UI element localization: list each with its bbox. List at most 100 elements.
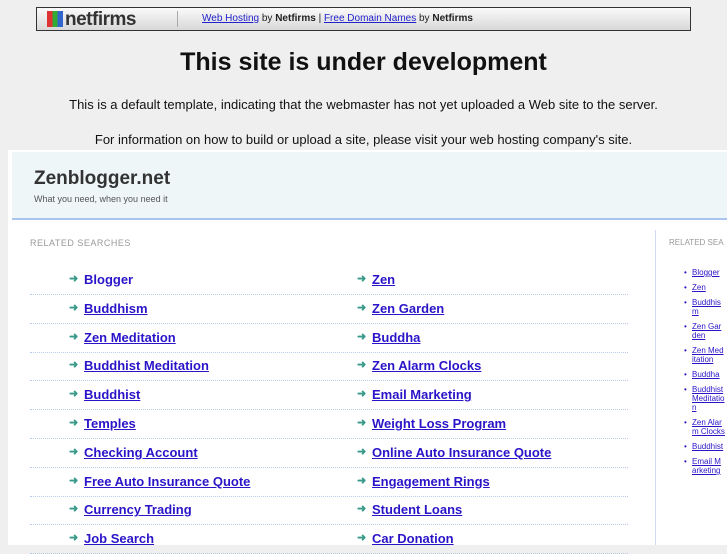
arrow-icon: ➜ xyxy=(357,503,367,516)
related-search-link[interactable]: ➜ Buddha xyxy=(357,329,421,345)
arrow-icon: ➜ xyxy=(357,532,367,545)
related-row: ➜ Temples ➜ Weight Loss Program xyxy=(30,410,628,439)
related-search-link[interactable]: ➜ Email Marketing xyxy=(357,387,472,403)
related-search-link[interactable]: ➜ Zen xyxy=(357,272,396,287)
divider xyxy=(177,11,178,27)
arrow-icon: ➜ xyxy=(357,388,367,401)
parked-page: Zenblogger.net What you need, when you n… xyxy=(8,150,727,554)
related-search-link[interactable]: ➜ Blogger xyxy=(69,272,134,287)
related-search-link[interactable]: ➜ Student Loans xyxy=(357,502,463,518)
pipe: | xyxy=(318,13,322,24)
related-row: ➜ Job Search ➜ Car Donation xyxy=(30,525,628,554)
side-search-link[interactable]: Buddhist Meditation xyxy=(684,385,725,412)
related-search-link[interactable]: ➜ Buddhist Meditation xyxy=(69,358,209,374)
link-label: Currency Trading xyxy=(84,502,192,518)
column-divider xyxy=(655,230,656,545)
link-label: Online Auto Insurance Quote xyxy=(372,444,552,460)
link-label: Zen Meditation xyxy=(84,329,176,345)
related-search-link[interactable]: ➜ Temples xyxy=(69,416,136,431)
related-row: ➜ Buddhist Meditation ➜ Zen Alarm Clocks xyxy=(30,352,628,382)
side-search-link[interactable]: Zen Alarm Clocks xyxy=(684,418,725,436)
related-row: ➜ Zen Meditation ➜ Buddha xyxy=(30,324,628,353)
site-header: Zenblogger.net What you need, when you n… xyxy=(12,152,727,220)
related-row: ➜ Checking Account ➜ Online Auto Insurance … xyxy=(30,439,628,468)
free-domain-link[interactable]: Free Domain Names xyxy=(324,13,416,24)
link-label: Zen xyxy=(372,272,396,287)
related-row: ➜ Blogger ➜ Zen xyxy=(30,266,628,295)
related-search-link[interactable]: ➜ Zen Garden xyxy=(357,300,445,316)
side-search-link[interactable]: Buddhism xyxy=(684,298,725,316)
related-search-link[interactable]: ➜ Zen Meditation xyxy=(69,329,176,345)
related-search-link[interactable]: ➜ Job Search xyxy=(69,531,155,547)
side-search-link[interactable]: Buddhist xyxy=(684,442,725,451)
arrow-icon: ➜ xyxy=(69,503,79,516)
related-search-link[interactable]: ➜ Checking Account xyxy=(69,444,198,460)
arrow-icon: ➜ xyxy=(357,301,367,314)
link-label: Car Donation xyxy=(372,531,454,547)
site-title[interactable]: Zenblogger.net xyxy=(34,168,170,190)
by-text: by xyxy=(261,13,273,24)
link-label: Buddha xyxy=(372,329,421,345)
related-row: ➜ Free Auto Insurance Quote ➜ Engagement Ri… xyxy=(30,468,628,497)
link-label: Weight Loss Program xyxy=(372,416,507,431)
site-tagline: What you need, when you need it xyxy=(34,194,168,204)
related-search-link[interactable]: ➜ Buddhism xyxy=(69,300,148,316)
related-search-link[interactable]: ➜ Buddhist xyxy=(69,387,141,403)
info-text-2: For information on how to build or uploa… xyxy=(94,132,633,147)
arrow-icon: ➜ xyxy=(69,474,79,487)
page-title: This site is under development xyxy=(180,48,547,76)
link-label: Student Loans xyxy=(372,502,463,518)
brand-text: Netfirms xyxy=(275,13,316,24)
related-searches-label: RELATED SEARCHES xyxy=(30,238,131,248)
netfirms-logo[interactable]: netfirms xyxy=(47,9,136,31)
arrow-icon: ➜ xyxy=(69,273,79,285)
side-search-link[interactable]: Buddha xyxy=(684,370,725,379)
side-search-link[interactable]: Zen Garden xyxy=(684,322,725,340)
link-label: Checking Account xyxy=(84,444,198,460)
arrow-icon: ➜ xyxy=(69,359,79,372)
netfirms-logo-icon xyxy=(47,11,63,27)
arrow-icon: ➜ xyxy=(69,330,79,343)
arrow-icon: ➜ xyxy=(69,532,79,545)
hosting-links: Web Hosting by Netfirms | Free Domain Na… xyxy=(202,13,473,24)
related-search-link[interactable]: ➜ Car Donation xyxy=(357,531,454,547)
side-search-link[interactable]: Email Marketing xyxy=(684,457,725,475)
link-label: Zen Alarm Clocks xyxy=(372,358,482,374)
netfirms-bar: netfirms Web Hosting by Netfirms | Free … xyxy=(36,7,691,31)
link-label: Temples xyxy=(84,416,136,431)
related-search-link[interactable]: ➜ Zen Alarm Clocks xyxy=(357,358,482,374)
brand-text: Netfirms xyxy=(432,13,473,24)
related-row: ➜ Currency Trading ➜ Student Loans xyxy=(30,496,628,526)
side-related-label: RELATED SEA xyxy=(669,238,724,247)
related-search-link[interactable]: ➜ Engagement Rings xyxy=(357,473,490,489)
arrow-icon: ➜ xyxy=(357,273,367,285)
arrow-icon: ➜ xyxy=(357,474,367,487)
link-label: Email Marketing xyxy=(372,387,472,403)
side-search-link[interactable]: Blogger xyxy=(684,268,725,277)
arrow-icon: ➜ xyxy=(69,417,79,429)
side-search-link[interactable]: Zen Meditation xyxy=(684,346,725,364)
related-search-link[interactable]: ➜ Online Auto Insurance Quote xyxy=(357,444,552,460)
link-label: Buddhist xyxy=(84,387,141,403)
link-label: Engagement Rings xyxy=(372,473,490,489)
arrow-icon: ➜ xyxy=(357,417,367,429)
link-label: Buddhist Meditation xyxy=(84,358,209,374)
related-search-link[interactable]: ➜ Free Auto Insurance Quote xyxy=(69,474,250,489)
link-label: Job Search xyxy=(84,531,155,547)
side-search-link[interactable]: Zen xyxy=(684,283,725,292)
related-search-link[interactable]: ➜ Weight Loss Program xyxy=(357,416,507,431)
side-related-list: Blogger Zen Buddhism Zen Garden Zen Meditati… xyxy=(684,268,725,481)
link-label: Buddhism xyxy=(84,300,148,316)
info-text: This is a default template, indicating t… xyxy=(69,97,658,112)
arrow-icon: ➜ xyxy=(357,359,367,372)
related-row: ➜ Buddhism ➜ Zen Garden xyxy=(30,295,628,324)
arrow-icon: ➜ xyxy=(69,388,79,401)
related-row: ➜ Buddhist ➜ Email Marketing xyxy=(30,381,628,411)
link-label: Zen Garden xyxy=(372,300,445,316)
arrow-icon: ➜ xyxy=(357,445,367,458)
related-search-link[interactable]: ➜ Currency Trading xyxy=(69,502,192,518)
arrow-icon: ➜ xyxy=(69,445,79,458)
link-label: Blogger xyxy=(84,272,134,287)
arrow-icon: ➜ xyxy=(69,301,79,314)
web-hosting-link[interactable]: Web Hosting xyxy=(202,13,259,24)
